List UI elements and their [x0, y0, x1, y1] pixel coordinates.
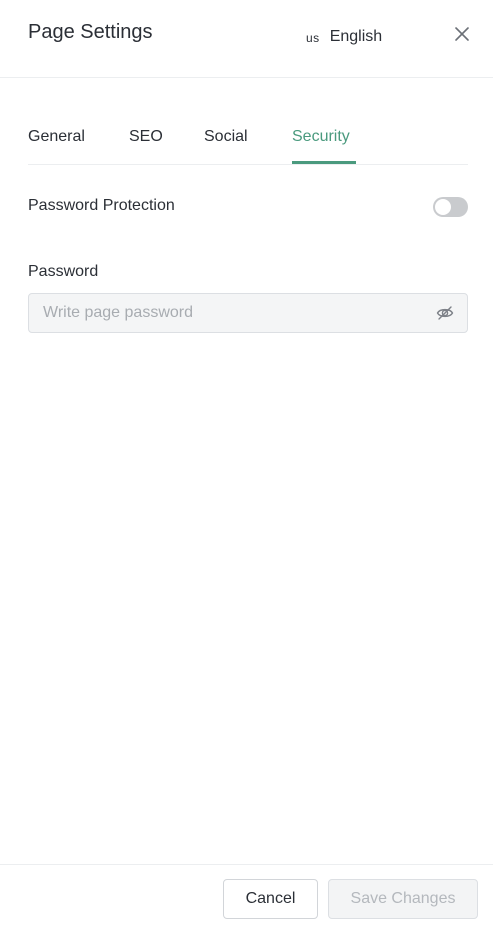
password-field-wrapper: [28, 293, 468, 333]
password-visibility-toggle[interactable]: [436, 304, 454, 322]
eye-slash-icon: [436, 306, 454, 320]
language-selector[interactable]: us English: [306, 28, 382, 46]
save-changes-button[interactable]: Save Changes: [328, 879, 478, 919]
language-label: English: [329, 28, 383, 45]
language-code: us: [306, 31, 320, 45]
cancel-button[interactable]: Cancel: [223, 879, 318, 919]
footer: Cancel Save Changes: [0, 864, 493, 927]
password-label: Password: [28, 263, 99, 280]
close-icon: [455, 27, 469, 41]
password-protection-toggle[interactable]: [433, 197, 468, 217]
tab-social[interactable]: Social: [204, 126, 248, 148]
tab-general[interactable]: General: [28, 126, 85, 148]
header: Page Settings us English: [0, 0, 493, 78]
password-input[interactable]: [43, 294, 423, 332]
page-title: Page Settings: [28, 21, 153, 43]
tab-seo[interactable]: SEO: [129, 126, 163, 148]
close-button[interactable]: [452, 24, 472, 44]
password-protection-label: Password Protection: [28, 197, 175, 214]
page-settings-panel: Page Settings us English General SEO Soc…: [0, 0, 493, 927]
active-tab-indicator: [292, 161, 356, 164]
settings-tabs: General SEO Social Security: [28, 116, 468, 165]
toggle-knob: [435, 199, 451, 215]
tab-security[interactable]: Security: [292, 126, 350, 148]
